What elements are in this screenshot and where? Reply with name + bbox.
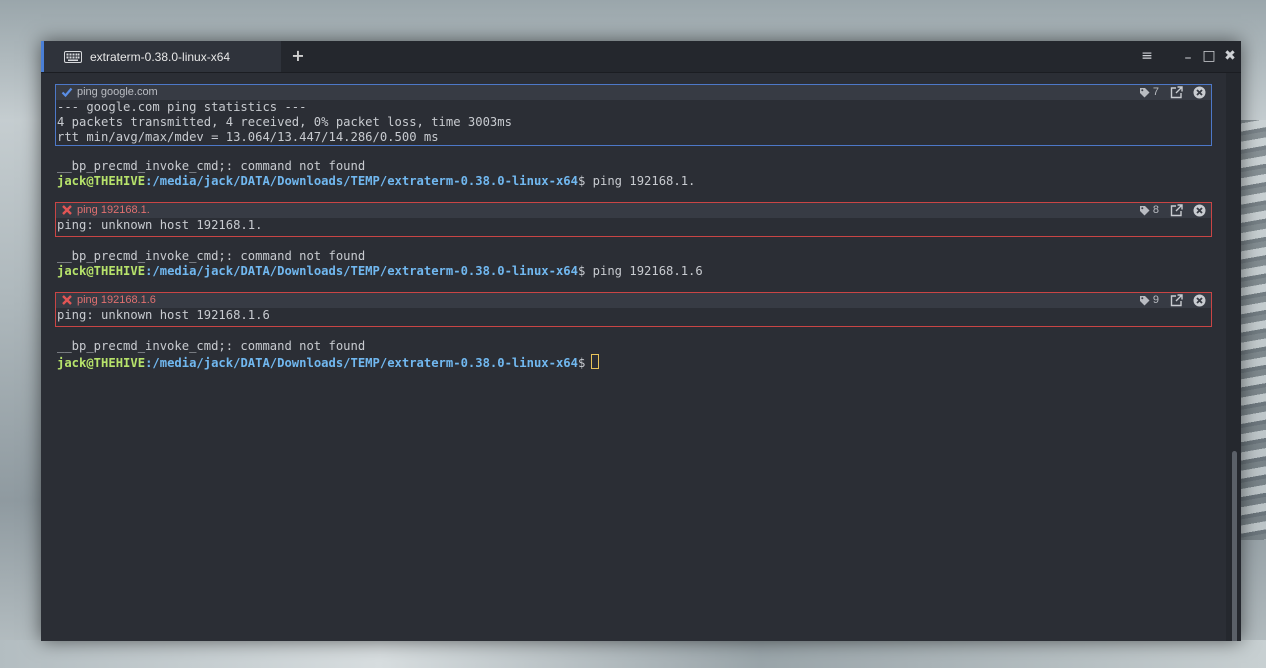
minimize-button[interactable]: – [1178,47,1198,69]
output-line: 4 packets transmitted, 4 received, 0% pa… [57,115,512,129]
prompt-line: jack@THEHIVE:/media/jack/DATA/Downloads/… [57,264,703,279]
command-output: ping: unknown host 192168.1.6 [56,308,1211,323]
scrollbar-thumb[interactable] [1232,451,1237,641]
error-x-icon [62,295,72,305]
error-line: __bp_precmd_invoke_cmd;: command not fou… [57,249,366,263]
tag-button[interactable]: 8 [1139,204,1159,217]
command-frame-header: ping 192168.1.6 9 [56,293,1211,308]
error-line: __bp_precmd_invoke_cmd;: command not fou… [57,159,366,173]
close-frame-icon[interactable] [1193,86,1206,99]
command-frame-header: ping 192168.1. 8 [56,203,1211,218]
pop-out-icon[interactable] [1170,86,1183,99]
terminal-content[interactable]: ping google.com 7 --- google.com ping st… [41,73,1226,641]
terminal-tab[interactable]: extraterm-0.38.0-linux-x64 [41,41,281,72]
tag-icon [1139,206,1150,216]
terminal-window: extraterm-0.38.0-linux-x64 + ≡ – □ ✖ pin… [41,41,1241,641]
command-frame-title: ping 192168.1. [77,204,150,216]
prompt-symbol: $ [577,356,586,370]
prompt-command: ping 192168.1.6 [592,264,703,278]
menu-button[interactable]: ≡ [1137,45,1157,67]
prompt-symbol: $ [577,174,586,188]
output-line: --- google.com ping statistics --- [57,100,307,114]
prompt-command: ping 192168.1. [592,174,696,188]
error-x-icon [62,205,72,215]
pop-out-icon[interactable] [1170,204,1183,217]
prompt-path: :/media/jack/DATA/Downloads/TEMP/extrate… [145,264,578,278]
keyboard-icon [64,50,82,63]
prompt-line[interactable]: jack@THEHIVE:/media/jack/DATA/Downloads/… [57,354,600,371]
check-icon [61,87,73,98]
prompt-path: :/media/jack/DATA/Downloads/TEMP/extrate… [145,174,578,188]
prompt-line: jack@THEHIVE:/media/jack/DATA/Downloads/… [57,174,695,189]
command-frame: ping 192168.1. 8 ping: unknown host 1921… [55,202,1212,237]
command-frame-title: ping 192168.1.6 [77,294,156,306]
prompt-path: :/media/jack/DATA/Downloads/TEMP/extrate… [145,356,578,370]
output-line: ping: unknown host 192168.1. [57,218,263,232]
command-output: ping: unknown host 192168.1. [56,218,1211,233]
prompt-user: jack@THEHIVE [57,174,146,188]
title-bar: extraterm-0.38.0-linux-x64 + ≡ – □ ✖ [41,41,1241,73]
tab-title: extraterm-0.38.0-linux-x64 [90,49,231,64]
pop-out-icon[interactable] [1170,294,1183,307]
close-frame-icon[interactable] [1193,294,1206,307]
close-window-button[interactable]: ✖ [1220,45,1240,67]
command-frame-title: ping google.com [77,86,158,98]
prompt-user: jack@THEHIVE [57,356,146,370]
maximize-button[interactable]: □ [1199,45,1219,67]
tag-button[interactable]: 7 [1139,86,1159,99]
tag-icon [1139,88,1150,98]
desktop-background-bottom [0,640,1266,668]
tag-icon [1139,296,1150,306]
tag-button[interactable]: 9 [1139,294,1159,307]
tag-count: 8 [1152,204,1159,216]
command-frame: ping 192168.1.6 9 ping: unknown host 192… [55,292,1212,327]
prompt-user: jack@THEHIVE [57,264,146,278]
text-cursor [591,354,600,369]
tag-count: 9 [1152,294,1159,306]
output-line: ping: unknown host 192168.1.6 [57,308,270,322]
new-tab-button[interactable]: + [289,47,307,65]
close-frame-icon[interactable] [1193,204,1206,217]
command-output: --- google.com ping statistics --- 4 pack… [56,100,1211,145]
command-frame: ping google.com 7 --- google.com ping st… [55,84,1212,146]
error-line: __bp_precmd_invoke_cmd;: command not fou… [57,339,366,353]
tag-count: 7 [1152,86,1159,98]
command-frame-header: ping google.com 7 [56,85,1211,100]
scrollbar[interactable] [1226,73,1241,641]
prompt-symbol: $ [577,264,586,278]
output-line: rtt min/avg/max/mdev = 13.064/13.447/14.… [57,130,439,144]
